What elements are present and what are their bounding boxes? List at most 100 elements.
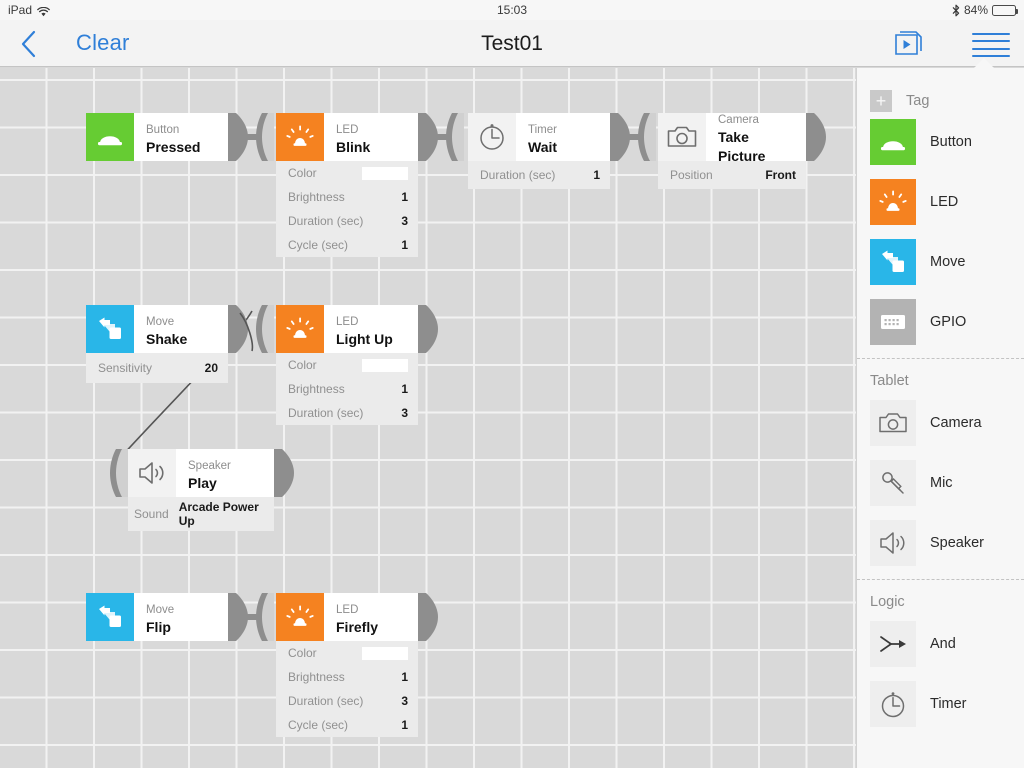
param-value: 20 [204,361,218,375]
block-action: Wait [528,138,558,155]
param-value: 1 [593,168,600,182]
block-params: Color Brightness 1 Duration (sec) 3 [276,353,418,425]
sidebar-item-speaker[interactable]: Speaker [857,513,1024,573]
param-value: 3 [401,694,408,708]
block-icon-tile [86,113,134,161]
connector-link[interactable] [418,113,464,161]
param-value: 1 [401,238,408,252]
led-icon [286,605,314,626]
connector-link[interactable] [228,593,274,641]
add-tag-row[interactable]: + Tag [857,68,1024,112]
block-header[interactable]: LED Light Up [276,305,418,353]
block-icon-tile [128,449,176,497]
block-header[interactable]: Move Shake [86,305,228,353]
block-header[interactable]: LED Blink [276,113,418,161]
popover-caret [973,58,995,69]
connector-output-nub[interactable] [274,449,296,497]
param-row[interactable]: Brightness 1 [276,665,418,689]
sidebar-item-led[interactable]: LED [857,172,1024,232]
play-button[interactable] [892,31,928,59]
sidebar-item-camera[interactable]: Camera [857,393,1024,453]
block-category: LED [336,123,359,136]
connector-output-nub[interactable] [418,593,440,641]
gpio-icon [870,299,916,345]
sidebar-item-timer[interactable]: Timer [857,674,1024,734]
block-timer-wait[interactable]: Timer Wait Duration (sec) 1 [468,113,610,189]
param-key: Cycle (sec) [288,238,349,252]
block-button-pressed[interactable]: Button Pressed [86,113,228,161]
block-led-blink[interactable]: LED Blink Color Brightness 1 Duration (s… [276,113,418,257]
param-row[interactable]: Brightness 1 [276,377,418,401]
sidebar-item-text: Timer [930,695,967,713]
plus-icon[interactable]: + [870,90,892,112]
block-action: Flip [146,618,171,635]
param-row[interactable]: Brightness 1 [276,185,418,209]
connector-input-nub[interactable] [106,449,128,497]
sidebar-item-label: Button [930,134,972,150]
led-icon [286,125,314,146]
battery-icon [992,4,1018,16]
block-header[interactable]: Timer Wait [468,113,610,161]
block-category: Camera [718,114,759,126]
param-row[interactable]: Sound Arcade Power Up [128,497,274,531]
color-swatch[interactable] [362,358,408,372]
param-row[interactable]: Color [276,353,418,377]
connector-output-nub[interactable] [418,305,440,353]
param-row[interactable]: Color [276,161,418,185]
block-icon-tile [276,305,324,353]
block-params: Duration (sec) 1 [468,161,610,189]
param-row[interactable]: Duration (sec) 3 [276,209,418,233]
block-camera-take-picture[interactable]: Camera Take Picture Position Front [658,113,806,189]
sidebar-item-and[interactable]: And [857,614,1024,674]
block-icon-tile [468,113,516,161]
block-move-flip[interactable]: Move Flip [86,593,228,641]
param-row[interactable]: Duration (sec) 3 [276,689,418,713]
sidebar-item-text: Button [930,133,972,151]
block-led-firefly[interactable]: LED Firefly Color Brightness 1 Duration … [276,593,418,737]
block-category: Timer [528,123,557,136]
led-icon [286,317,314,338]
sidebar-item-gpio[interactable]: GPIO [857,292,1024,352]
sidebar-item-label: Camera [930,415,982,431]
connector-link[interactable] [228,113,274,161]
block-header[interactable]: Button Pressed [86,113,228,161]
block-params: Color Brightness 1 Duration (sec) 3 Cycl… [276,161,418,257]
sidebar-item-text: Speaker [930,534,984,552]
block-led-light-up[interactable]: LED Light Up Color Brightness 1 Duration… [276,305,418,425]
param-key: Duration (sec) [288,406,364,420]
color-swatch[interactable] [362,166,408,180]
bluetooth-icon [952,4,960,17]
block-header[interactable]: Move Flip [86,593,228,641]
block-icon-tile [658,113,706,161]
timer-icon [870,681,916,727]
param-row[interactable]: Sensitivity 20 [86,353,228,383]
param-row[interactable]: Cycle (sec) 1 [276,713,418,737]
menu-button[interactable] [972,33,1010,57]
block-speaker-play[interactable]: Speaker Play Sound Arcade Power Up [128,449,274,531]
param-row[interactable]: Duration (sec) 1 [468,161,610,189]
sidebar-item-move[interactable]: Move [857,232,1024,292]
block-header[interactable]: Camera Take Picture [658,113,806,164]
param-row[interactable]: Color [276,641,418,665]
param-row[interactable]: Duration (sec) 3 [276,401,418,425]
block-action: Pressed [146,138,201,155]
block-move-shake[interactable]: Move Shake Sensitivity 20 [86,305,228,383]
block-header[interactable]: LED Firefly [276,593,418,641]
param-row[interactable]: Cycle (sec) 1 [276,233,418,257]
sidebar-item-label: LED [930,194,959,210]
block-header[interactable]: Speaker Play [128,449,274,497]
hamburger-line [972,33,1010,35]
block-params: Sound Arcade Power Up [128,497,274,531]
connector-link[interactable] [610,113,656,161]
connector-output-nub[interactable] [806,113,828,161]
sidebar-item-button[interactable]: Button [857,112,1024,172]
connector-link[interactable] [228,305,274,353]
block-category: Move [146,315,175,328]
palette-sidebar[interactable]: + Tag Button LED Move GPIO Tablet Camera… [856,58,1024,768]
param-key: Brightness [288,190,345,204]
sidebar-item-mic[interactable]: Mic [857,453,1024,513]
block-labels: Move Shake [134,305,228,353]
color-swatch[interactable] [362,646,408,660]
param-value: 1 [401,670,408,684]
param-value: 3 [401,214,408,228]
